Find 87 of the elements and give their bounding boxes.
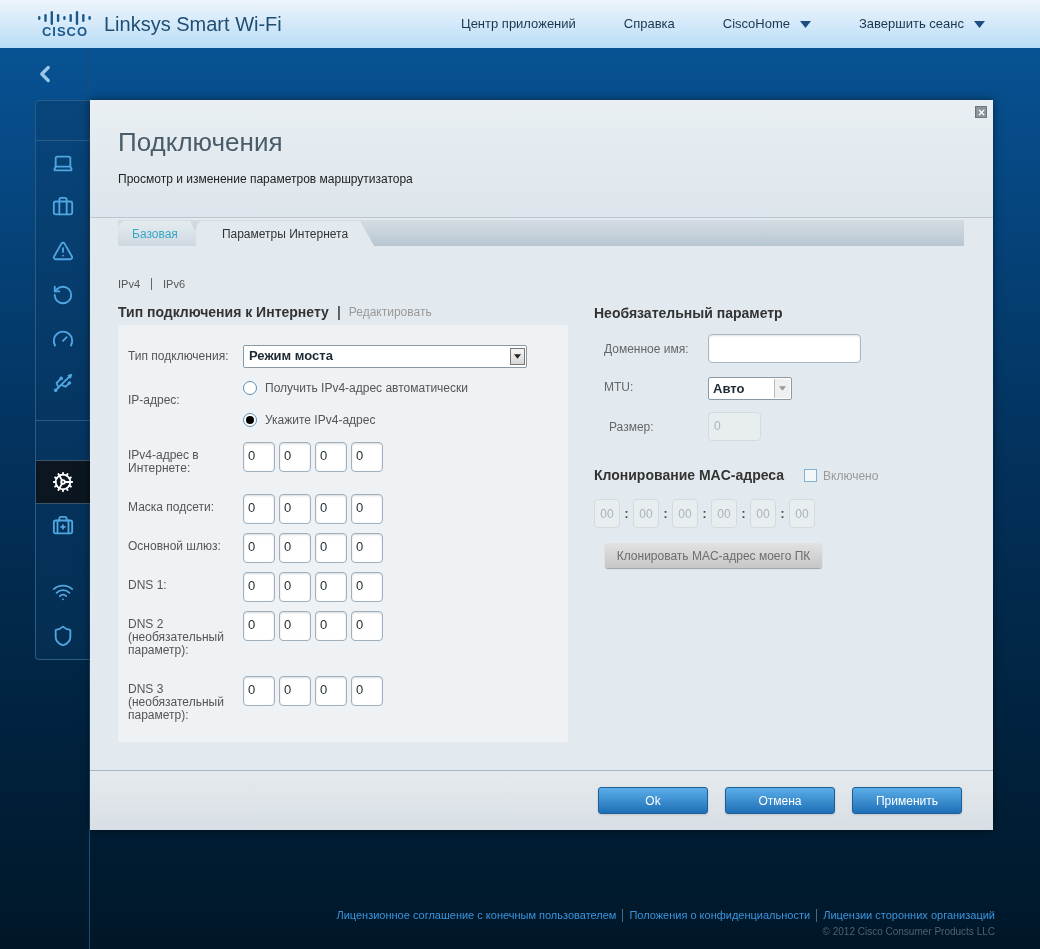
footer-link[interactable]: Положения о конфиденциальности — [629, 907, 811, 924]
octet-field[interactable]: 0 — [279, 493, 311, 524]
radio-button[interactable] — [243, 380, 257, 395]
field-label: MTU: — [603, 379, 635, 396]
colon: : — [662, 505, 669, 523]
octet-field[interactable]: 0 — [315, 532, 347, 563]
footer-link[interactable]: Лицензии сторонних организаций — [823, 907, 995, 924]
octet-field[interactable]: 0 — [315, 610, 347, 641]
octet-field[interactable]: 0 — [279, 610, 311, 641]
field-label: Основной шлюз: — [128, 537, 222, 555]
checkbox[interactable] — [804, 469, 818, 482]
separator: | — [336, 302, 341, 322]
dialog-button[interactable]: Ok — [598, 787, 708, 814]
field-label: Маска подсети: — [128, 498, 216, 516]
octet-field[interactable]: 0 — [243, 675, 275, 706]
medical-kit-icon — [52, 515, 74, 537]
field-label: Тип подключения: — [128, 348, 230, 365]
radio-option[interactable]: Получить IPv4-адрес автоматически — [243, 378, 468, 397]
ip-version-link[interactable]: IPv4 — [118, 276, 140, 293]
tab[interactable]: Параметры Интернета — [195, 221, 375, 246]
field-label: Доменное имя: — [603, 340, 690, 358]
radio-option[interactable]: Укажите IPv4-адрес — [243, 410, 468, 429]
octet-field[interactable]: 0 — [315, 675, 347, 706]
copyright: © 2012 Cisco Consumer Products LLC — [822, 924, 995, 939]
radio-button[interactable] — [243, 412, 257, 427]
octet-field[interactable]: 0 — [243, 441, 275, 472]
dialog-button[interactable]: Отмена — [725, 787, 835, 814]
nav-link[interactable]: Справка — [623, 14, 675, 34]
field-label: IP-адрес: — [128, 391, 181, 409]
colon: : — [701, 505, 708, 523]
gear-icon — [52, 471, 74, 493]
caret-icon — [779, 386, 786, 391]
caret-icon — [800, 20, 811, 28]
field-label: DNS 2 (необязательный параметр): — [128, 615, 225, 659]
field-label: DNS 3 (необязательный параметр): — [128, 680, 225, 724]
caret-icon — [514, 353, 521, 359]
nav-link[interactable]: CiscoHome — [722, 14, 811, 34]
colon: : — [740, 505, 747, 523]
close-button[interactable] — [975, 106, 987, 118]
dialog-button[interactable]: Применить — [852, 787, 962, 814]
section-heading: Необязательный параметр — [594, 304, 784, 323]
nav-link[interactable]: Завершить сеанс — [859, 14, 985, 34]
octet-field[interactable]: 0 — [351, 493, 383, 524]
section-heading: Тип подключения к Интернету — [118, 302, 329, 322]
octet-field[interactable]: 0 — [351, 571, 383, 602]
octet-field[interactable]: 0 — [243, 610, 275, 641]
octet-field[interactable]: 0 — [279, 441, 311, 472]
checkbox-label: Включено — [823, 467, 879, 485]
octet-field[interactable]: 0 — [243, 493, 275, 524]
section-heading: Клонирование MAC-адреса — [594, 466, 785, 485]
caret-icon — [974, 20, 985, 28]
octet-field[interactable]: 0 — [279, 571, 311, 602]
octet-field[interactable]: 0 — [351, 675, 383, 706]
product-name: Linksys Smart Wi-Fi — [104, 12, 282, 37]
logo-bars-icon — [37, 10, 93, 25]
domain-name-field[interactable] — [708, 334, 861, 363]
footer-link[interactable]: Лицензионное соглашение с конечным пользователем — [336, 907, 617, 924]
field-label: DNS 1: — [128, 576, 168, 594]
shield-icon — [52, 625, 74, 647]
briefcase-icon — [52, 196, 74, 218]
octet-field[interactable]: 0 — [243, 571, 275, 602]
octet-field[interactable]: 0 — [351, 532, 383, 563]
dialog-subtitle: Просмотр и изменение параметров маршрутизатора — [118, 171, 414, 188]
usb-icon — [52, 372, 74, 394]
mtu-select[interactable]: Авто — [708, 377, 792, 400]
octet-field[interactable]: 0 — [351, 441, 383, 472]
sidebar-item[interactable] — [36, 460, 90, 504]
dialog-title: Подключения — [118, 127, 284, 157]
octet-field[interactable]: 0 — [243, 532, 275, 563]
nav-link[interactable]: Центр приложений — [461, 14, 576, 34]
octet-field[interactable]: 0 — [279, 532, 311, 563]
octet-field[interactable]: 0 — [315, 441, 347, 472]
field-label: Размер: — [608, 418, 655, 436]
octet-field[interactable]: 0 — [315, 571, 347, 602]
warning-triangle-icon — [52, 240, 74, 262]
ip-version-link[interactable]: IPv6 — [163, 276, 186, 293]
colon: : — [623, 505, 630, 523]
close-icon — [976, 107, 986, 117]
field-label: IPv4-адрес в Интернете: — [128, 446, 200, 477]
logo-text: CISCO — [41, 24, 89, 38]
clone-mac-button[interactable]: Клонировать MAC-адрес моего ПК — [605, 543, 822, 568]
octet-field[interactable]: 0 — [315, 493, 347, 524]
octet-field[interactable]: 0 — [279, 675, 311, 706]
connection-type-select[interactable]: Режим моста — [243, 344, 527, 368]
curved-arrow-icon — [52, 284, 74, 306]
colon: : — [779, 505, 786, 523]
octet-field[interactable]: 0 — [351, 610, 383, 641]
